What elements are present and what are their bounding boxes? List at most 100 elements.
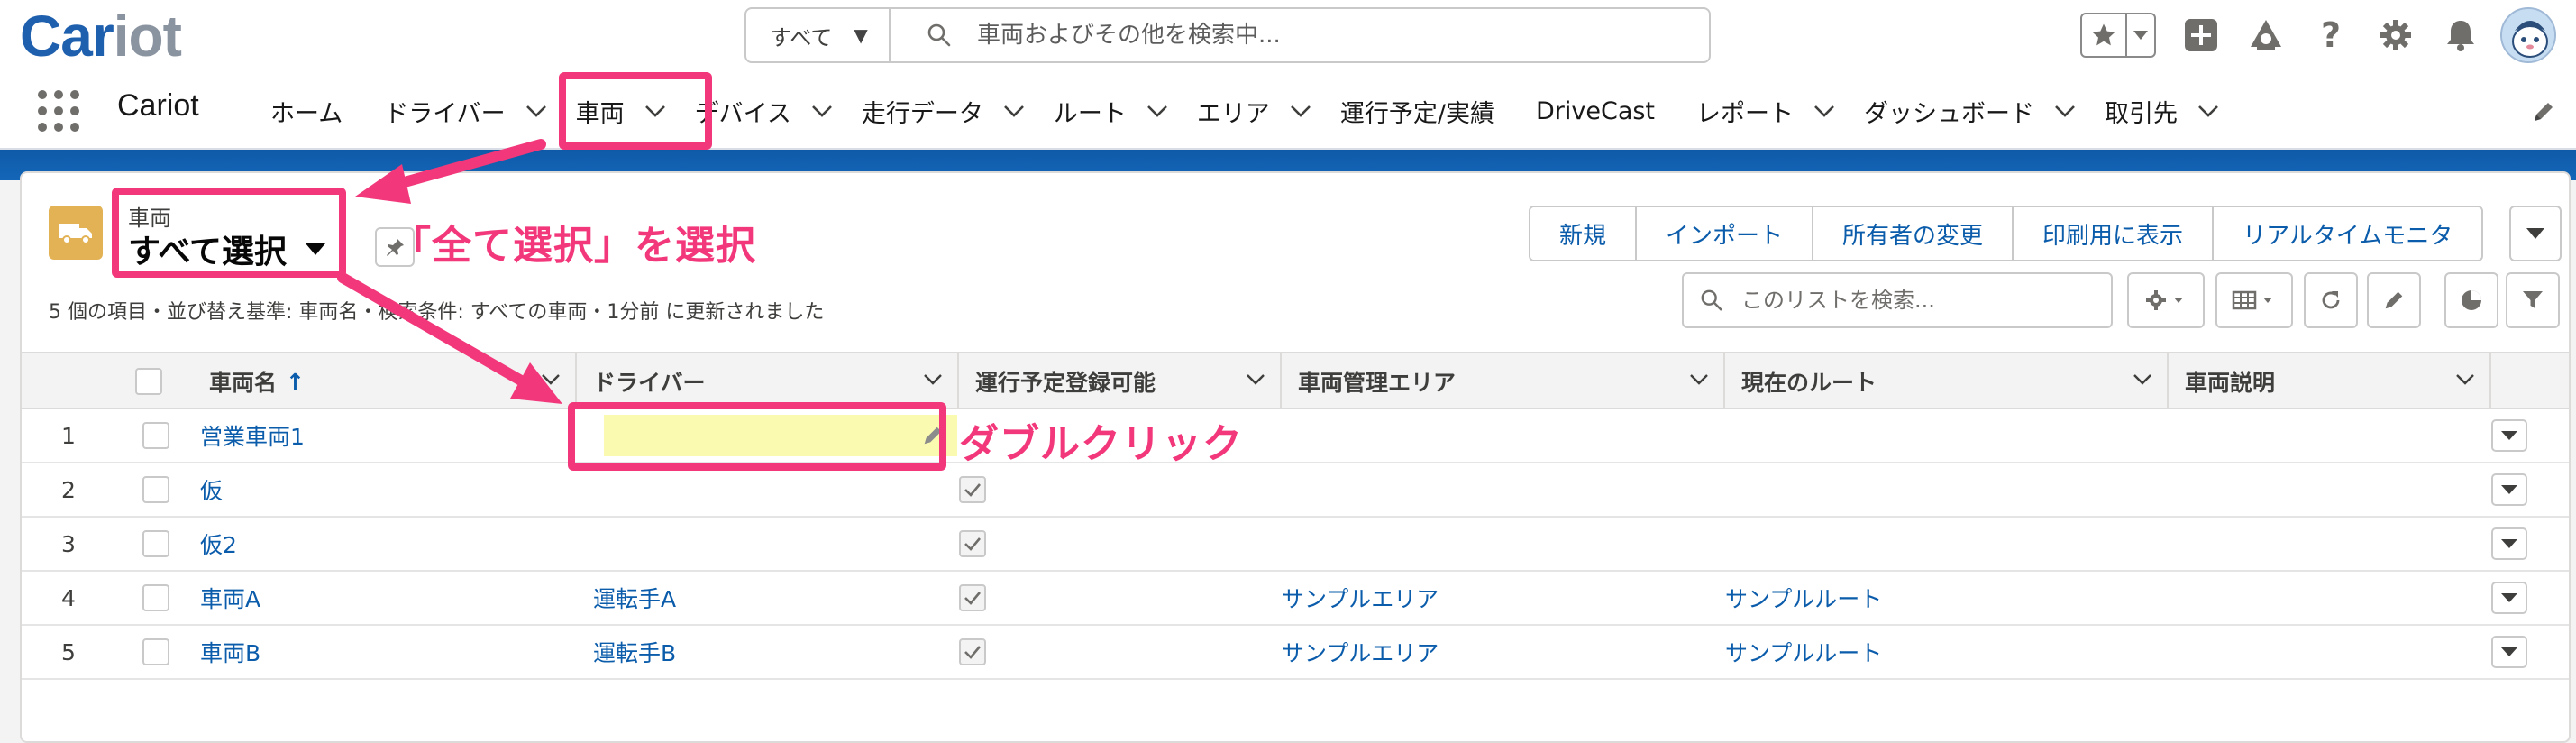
- row-action-menu-button[interactable]: [2491, 582, 2527, 614]
- trailhead-icon[interactable]: [2246, 15, 2286, 55]
- row-number: 3: [61, 530, 76, 557]
- chevron-down-icon[interactable]: [2133, 373, 2152, 386]
- more-actions-button[interactable]: [2509, 206, 2562, 261]
- area-link[interactable]: サンプルエリア: [1282, 626, 1439, 678]
- import-button[interactable]: インポート: [1637, 207, 1814, 260]
- tab-label: 運行予定/実績: [1339, 99, 1494, 128]
- favorites-star-icon[interactable]: [2082, 14, 2127, 56]
- refresh-button[interactable]: [2304, 272, 2358, 328]
- global-search: すべて ▼: [744, 7, 1711, 63]
- chevron-down-icon[interactable]: [1290, 104, 1311, 118]
- charts-button[interactable]: [2444, 272, 2498, 328]
- list-search-input[interactable]: [1741, 288, 2102, 313]
- header-select-all: [128, 353, 193, 409]
- vehicle-name-link[interactable]: 仮: [200, 463, 223, 516]
- cariot-logo[interactable]: Car iot: [20, 0, 182, 72]
- tab-dashboards[interactable]: ダッシュボード: [1864, 72, 2105, 150]
- tab-driving-data[interactable]: 走行データ: [862, 72, 1054, 150]
- chevron-down-icon[interactable]: [2455, 373, 2475, 386]
- checked-checkbox-icon: [959, 584, 986, 611]
- tab-reports[interactable]: レポート: [1696, 72, 1864, 150]
- annotation-select-all: 「全て選択」を選択: [391, 223, 756, 269]
- chevron-down-icon[interactable]: [2054, 104, 2076, 118]
- chevron-down-icon[interactable]: [923, 373, 943, 386]
- printable-view-button[interactable]: 印刷用に表示: [2014, 207, 2215, 260]
- pencil-icon: [2385, 291, 2403, 309]
- chevron-down-icon[interactable]: [1246, 373, 1265, 386]
- bookable-cell: [959, 463, 986, 516]
- row-checkbox[interactable]: [142, 584, 169, 611]
- chevron-down-icon[interactable]: [541, 373, 561, 386]
- list-settings-button[interactable]: [2127, 272, 2205, 328]
- global-search-input[interactable]: [977, 22, 1608, 49]
- row-checkbox[interactable]: [142, 530, 169, 557]
- caret-down-icon: [2526, 228, 2544, 239]
- vehicle-name-link[interactable]: 車両B: [200, 626, 260, 678]
- row-action-menu-button[interactable]: [2491, 419, 2527, 452]
- list-search: [1682, 272, 2113, 328]
- vehicle-name-link[interactable]: 車両A: [200, 572, 260, 624]
- chevron-down-icon[interactable]: [525, 104, 547, 118]
- chevron-down-icon[interactable]: [1003, 104, 1025, 118]
- row-action-menu-button[interactable]: [2491, 527, 2527, 560]
- table-row: 2 仮: [22, 463, 2569, 518]
- new-button[interactable]: 新規: [1530, 207, 1638, 260]
- header-utilities: ?: [2080, 7, 2556, 63]
- user-avatar[interactable]: [2500, 7, 2556, 63]
- change-owner-button[interactable]: 所有者の変更: [1813, 207, 2014, 260]
- tab-routes[interactable]: ルート: [1054, 72, 1197, 150]
- tab-drivecast[interactable]: DriveCast: [1536, 72, 1655, 150]
- row-action-menu-button[interactable]: [2491, 636, 2527, 668]
- filter-icon: [2523, 291, 2543, 308]
- filter-button[interactable]: [2506, 272, 2560, 328]
- global-actions-plus-icon[interactable]: [2181, 15, 2221, 55]
- chevron-down-icon[interactable]: [1813, 104, 1835, 118]
- table-row: 3 仮2: [22, 518, 2569, 572]
- tab-devices[interactable]: デバイス: [695, 72, 862, 150]
- header-vehicle-name[interactable]: 車両名 ↑: [193, 353, 577, 409]
- edit-nav-pencil-icon[interactable]: [2531, 99, 2556, 124]
- header-description[interactable]: 車両説明: [2169, 353, 2491, 409]
- help-icon[interactable]: ?: [2311, 15, 2351, 55]
- header-managed-area[interactable]: 車両管理エリア: [1282, 353, 1725, 409]
- driver-link[interactable]: 運転手B: [593, 626, 676, 678]
- chevron-down-icon[interactable]: [1689, 373, 1709, 386]
- inline-edit-button[interactable]: [2367, 272, 2421, 328]
- app-launcher-icon[interactable]: [38, 90, 79, 132]
- route-link[interactable]: サンプルルート: [1725, 572, 1882, 624]
- table-icon: [2232, 290, 2272, 310]
- area-link[interactable]: サンプルエリア: [1282, 572, 1439, 624]
- realtime-monitor-button[interactable]: リアルタイムモニタ: [2214, 207, 2482, 260]
- route-link[interactable]: サンプルルート: [1725, 626, 1882, 678]
- tab-accounts[interactable]: 取引先: [2105, 72, 2248, 150]
- chevron-down-icon[interactable]: [811, 104, 833, 118]
- notifications-bell-icon[interactable]: [2441, 15, 2480, 55]
- driver-link[interactable]: 運転手A: [593, 572, 676, 624]
- favorites-menu-icon[interactable]: [2127, 30, 2154, 41]
- row-checkbox[interactable]: [142, 638, 169, 665]
- search-icon: [927, 23, 951, 47]
- header-current-route[interactable]: 現在のルート: [1725, 353, 2169, 409]
- row-checkbox[interactable]: [142, 476, 169, 503]
- tab-operation-plans[interactable]: 運行予定/実績: [1340, 72, 1494, 150]
- header-driver[interactable]: ドライバー: [577, 353, 959, 409]
- column-label: 運行予定登録可能: [975, 370, 1156, 396]
- setup-gear-icon[interactable]: [2376, 15, 2416, 55]
- vehicle-name-link[interactable]: 仮2: [200, 518, 237, 570]
- select-all-checkbox[interactable]: [135, 368, 162, 395]
- tab-home[interactable]: ホーム: [270, 72, 343, 150]
- chevron-down-icon[interactable]: [2197, 104, 2219, 118]
- row-checkbox[interactable]: [142, 422, 169, 449]
- list-status-text: 5 個の項目・並び替え基準: 車両名・検索条件: すべての車両・1分前 に更新さ…: [49, 301, 825, 324]
- row-action-menu-button[interactable]: [2491, 473, 2527, 506]
- header-bookable[interactable]: 運行予定登録可能: [959, 353, 1282, 409]
- tab-areas[interactable]: エリア: [1197, 72, 1340, 150]
- vehicle-name-link[interactable]: 営業車両1: [200, 409, 305, 462]
- highlight-vehicles-tab: [559, 72, 712, 150]
- display-as-table-button[interactable]: [2215, 272, 2293, 328]
- favorites-group: [2080, 13, 2156, 58]
- chevron-down-icon[interactable]: [1146, 104, 1168, 118]
- tab-drivers[interactable]: ドライバー: [384, 72, 575, 150]
- gear-icon: [2146, 290, 2183, 310]
- search-scope-select[interactable]: すべて ▼: [746, 9, 891, 61]
